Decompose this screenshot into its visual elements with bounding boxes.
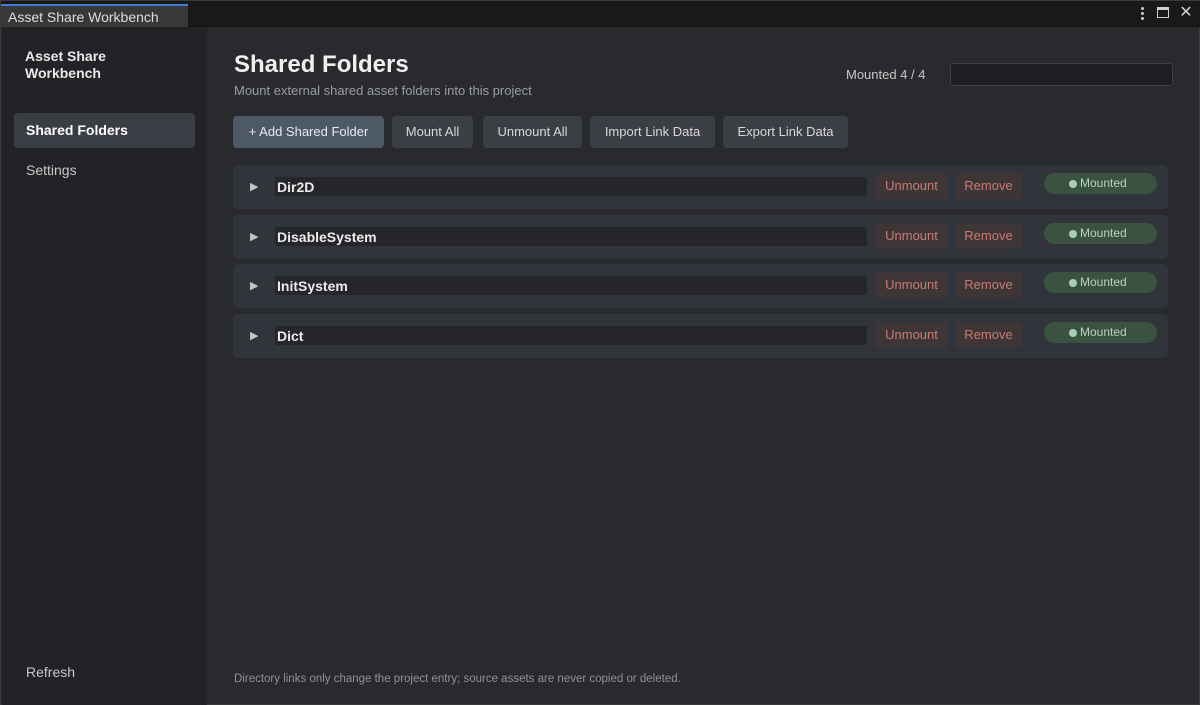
- status-label: Mounted: [1080, 275, 1127, 289]
- folder-name-field[interactable]: Dict: [275, 326, 867, 345]
- unmount-button[interactable]: Unmount: [875, 173, 948, 199]
- title-bar: Asset Share Workbench ✕: [1, 1, 1200, 27]
- window-tab-label: Asset Share Workbench: [8, 9, 159, 25]
- close-icon[interactable]: ✕: [1179, 5, 1193, 21]
- status-badge: Mounted: [1044, 272, 1157, 293]
- import-link-data-button[interactable]: Import Link Data: [590, 116, 715, 148]
- folder-name-field[interactable]: DisableSystem: [275, 227, 867, 246]
- expand-arrow-icon[interactable]: ▶: [250, 329, 262, 342]
- sidebar-item-label: Settings: [26, 162, 77, 178]
- folder-row: ▶ DisableSystem Unmount Remove Mounted: [233, 215, 1168, 259]
- folder-row: ▶ InitSystem Unmount Remove Mounted: [233, 264, 1168, 308]
- unmount-button[interactable]: Unmount: [875, 272, 948, 298]
- status-dot-icon: [1069, 329, 1077, 337]
- maximize-icon[interactable]: [1157, 6, 1171, 20]
- status-label: Mounted: [1080, 325, 1127, 339]
- remove-button[interactable]: Remove: [955, 173, 1022, 199]
- folder-name-field[interactable]: InitSystem: [275, 276, 867, 295]
- sidebar-item-settings[interactable]: Settings: [14, 153, 195, 188]
- mount-all-button[interactable]: Mount All: [392, 116, 473, 148]
- status-dot-icon: [1069, 230, 1077, 238]
- window-tab[interactable]: Asset Share Workbench: [1, 4, 188, 27]
- expand-arrow-icon[interactable]: ▶: [250, 279, 262, 292]
- mounted-count: Mounted 4 / 4: [846, 67, 926, 82]
- main-panel: Shared Folders Mount external shared ass…: [207, 27, 1200, 705]
- page-title: Shared Folders: [234, 51, 409, 78]
- search-input[interactable]: [950, 63, 1173, 86]
- export-link-data-button[interactable]: Export Link Data: [723, 116, 848, 148]
- folder-name-field[interactable]: Dir2D: [275, 177, 867, 196]
- status-badge: Mounted: [1044, 223, 1157, 244]
- remove-button[interactable]: Remove: [955, 223, 1022, 249]
- add-shared-folder-button[interactable]: + Add Shared Folder: [233, 116, 384, 148]
- status-dot-icon: [1069, 180, 1077, 188]
- folder-row: ▶ Dir2D Unmount Remove Mounted: [233, 165, 1168, 209]
- status-label: Mounted: [1080, 226, 1127, 240]
- sidebar: Asset Share Workbench Shared Folders Set…: [2, 27, 207, 705]
- unmount-all-button[interactable]: Unmount All: [483, 116, 582, 148]
- status-badge: Mounted: [1044, 173, 1157, 194]
- unmount-button[interactable]: Unmount: [875, 322, 948, 348]
- sidebar-item-shared-folders[interactable]: Shared Folders: [14, 113, 195, 148]
- remove-button[interactable]: Remove: [955, 322, 1022, 348]
- remove-button[interactable]: Remove: [955, 272, 1022, 298]
- window-controls: ✕: [1135, 5, 1193, 21]
- app-brand: Asset Share Workbench: [25, 48, 106, 81]
- status-label: Mounted: [1080, 176, 1127, 190]
- editor-window: Asset Share Workbench ✕ Asset Share Work…: [0, 0, 1200, 705]
- folder-row: ▶ Dict Unmount Remove Mounted: [233, 314, 1168, 358]
- status-dot-icon: [1069, 279, 1077, 287]
- unmount-button[interactable]: Unmount: [875, 223, 948, 249]
- refresh-button[interactable]: Refresh: [26, 664, 75, 680]
- expand-arrow-icon[interactable]: ▶: [250, 180, 262, 193]
- sidebar-item-label: Shared Folders: [26, 122, 128, 138]
- expand-arrow-icon[interactable]: ▶: [250, 230, 262, 243]
- status-badge: Mounted: [1044, 322, 1157, 343]
- footer-note: Directory links only change the project …: [234, 673, 681, 685]
- more-options-icon[interactable]: [1135, 6, 1149, 20]
- page-subtitle: Mount external shared asset folders into…: [234, 83, 532, 98]
